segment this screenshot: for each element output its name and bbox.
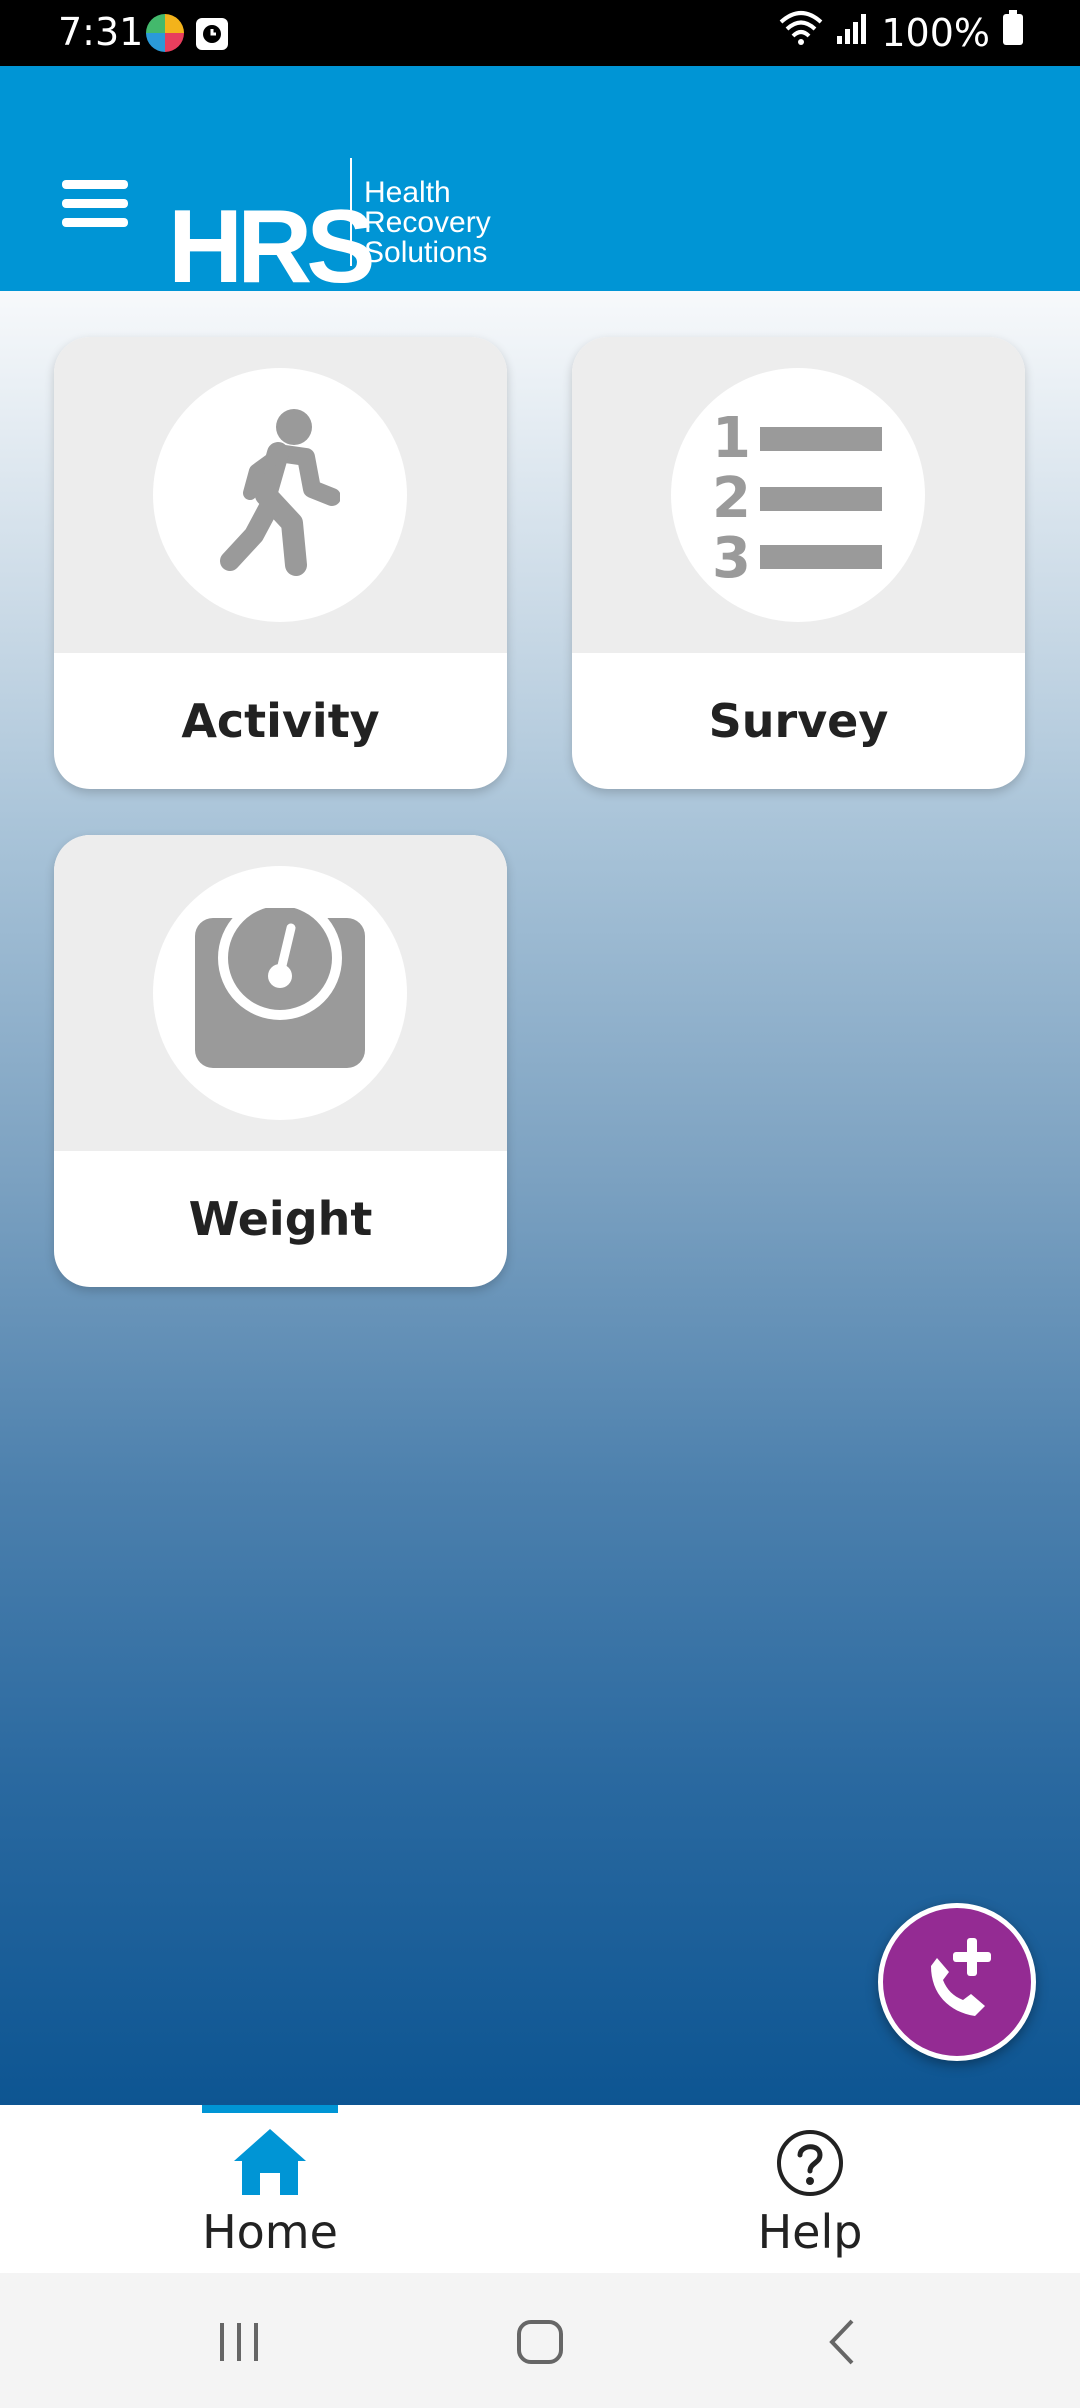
app-bar: HRS Health Recovery Solutions bbox=[0, 66, 1080, 305]
call-fab-button[interactable] bbox=[878, 1903, 1036, 2061]
status-time: 7:31 bbox=[58, 10, 144, 54]
svg-text:2: 2 bbox=[712, 466, 751, 531]
logo-line-1: Health bbox=[364, 176, 451, 209]
back-icon[interactable] bbox=[822, 2317, 862, 2372]
clock-notification-icon bbox=[196, 18, 228, 50]
phone-plus-icon bbox=[909, 1932, 1005, 2033]
activity-label: Activity bbox=[181, 694, 380, 748]
main-content: Activity 1 2 3 Survey Weight bbox=[0, 291, 1080, 2105]
battery-icon bbox=[1002, 10, 1024, 55]
wifi-icon bbox=[779, 10, 823, 55]
logo-line-2: Recovery bbox=[364, 206, 491, 239]
nav-home-label: Home bbox=[202, 2205, 338, 2259]
svg-text:1: 1 bbox=[712, 406, 751, 471]
survey-label: Survey bbox=[708, 694, 889, 748]
bottom-nav: Home Help bbox=[0, 2105, 1080, 2273]
system-nav-bar bbox=[0, 2273, 1080, 2408]
logo-letters: HRS bbox=[168, 189, 372, 305]
home-icon bbox=[232, 2127, 308, 2202]
activity-tile[interactable]: Activity bbox=[54, 337, 507, 789]
app-notification-icon bbox=[146, 14, 184, 52]
signal-icon bbox=[835, 11, 869, 55]
weight-tile[interactable]: Weight bbox=[54, 835, 507, 1287]
nav-help[interactable]: Help bbox=[660, 2105, 960, 2273]
nav-home[interactable]: Home bbox=[120, 2105, 420, 2273]
menu-icon[interactable] bbox=[58, 174, 132, 234]
status-bar: 7:31 100% bbox=[0, 0, 1080, 66]
survey-tile[interactable]: 1 2 3 Survey bbox=[572, 337, 1025, 789]
numbered-list-icon: 1 2 3 bbox=[671, 368, 925, 622]
scale-icon bbox=[153, 866, 407, 1120]
battery-percent: 100% bbox=[881, 10, 990, 55]
help-icon bbox=[776, 2129, 844, 2202]
home-system-icon[interactable] bbox=[514, 2317, 566, 2372]
logo-line-3: Solutions bbox=[364, 236, 487, 269]
svg-text:3: 3 bbox=[712, 526, 751, 585]
walking-person-icon bbox=[153, 368, 407, 622]
weight-label: Weight bbox=[188, 1192, 373, 1246]
recent-apps-icon[interactable] bbox=[214, 2317, 264, 2372]
nav-help-label: Help bbox=[757, 2205, 863, 2259]
